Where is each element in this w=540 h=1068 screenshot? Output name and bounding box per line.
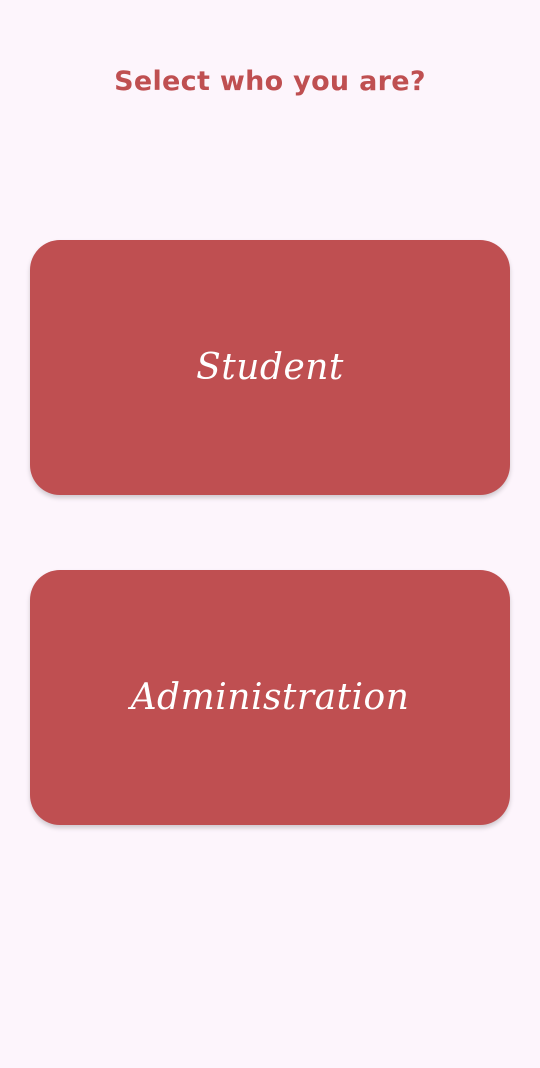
administration-label: Administration [130,677,410,718]
page-title: Select who you are? [114,66,426,97]
student-button[interactable]: Student [30,240,510,495]
student-label: Student [196,347,344,388]
administration-button[interactable]: Administration [30,570,510,825]
